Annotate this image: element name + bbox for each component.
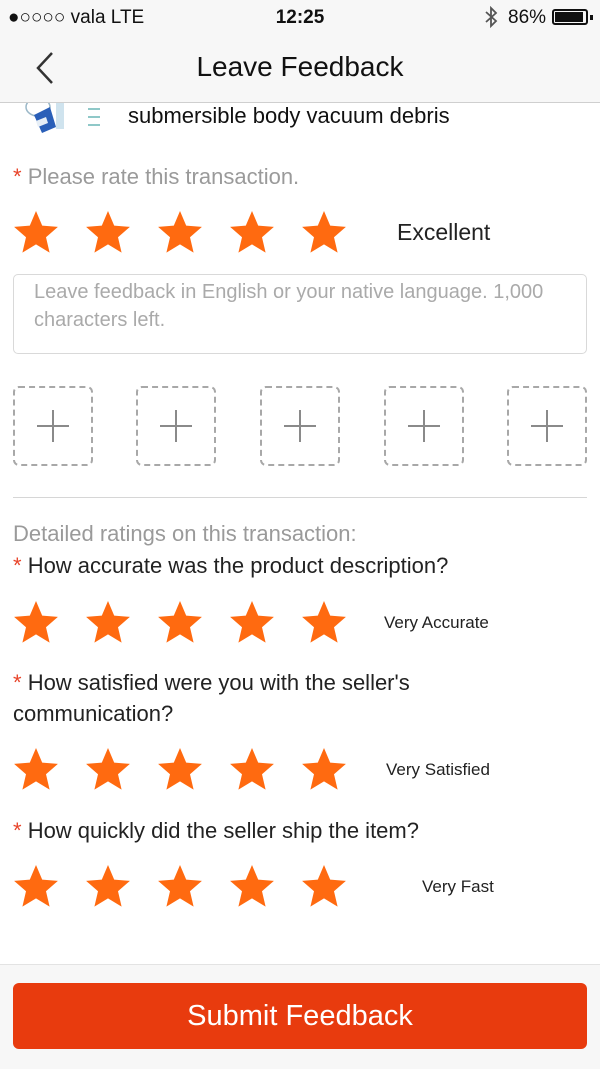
- star-icon[interactable]: [157, 599, 203, 645]
- plus-icon: [408, 410, 440, 442]
- bluetooth-icon: [483, 5, 499, 34]
- star-icon[interactable]: [157, 746, 203, 792]
- add-photo-button[interactable]: [260, 386, 340, 466]
- question-description-accuracy: * How accurate was the product descripti…: [13, 550, 483, 581]
- question-text: How accurate was the product description…: [27, 553, 449, 578]
- add-photo-button[interactable]: [136, 386, 216, 466]
- question-shipping-speed: * How quickly did the seller ship the it…: [13, 815, 483, 846]
- star-icon[interactable]: [229, 863, 275, 909]
- description-accuracy-label: Very Accurate: [384, 613, 489, 632]
- question-seller-communication: * How satisfied were you with the seller…: [13, 667, 483, 729]
- plus-icon: [284, 410, 316, 442]
- product-name: submersible body vacuum debris: [128, 103, 450, 128]
- product-summary: submersible body vacuum debris: [0, 103, 600, 153]
- shipping-speed-label: Very Fast: [422, 877, 494, 896]
- star-icon[interactable]: [13, 746, 59, 792]
- question-text: How quickly did the seller ship the item…: [27, 818, 419, 843]
- star-icon[interactable]: [301, 746, 347, 792]
- star-icon[interactable]: [85, 863, 131, 909]
- feedback-input[interactable]: Leave feedback in English or your native…: [13, 274, 587, 354]
- star-icon[interactable]: [301, 209, 347, 255]
- add-photo-button[interactable]: [13, 386, 93, 466]
- star-icon[interactable]: [301, 599, 347, 645]
- battery-percent: 86%: [508, 7, 547, 28]
- star-icon[interactable]: [13, 209, 59, 255]
- star-icon[interactable]: [229, 209, 275, 255]
- required-marker: *: [13, 818, 22, 843]
- battery-icon: [552, 9, 593, 25]
- star-icon[interactable]: [85, 599, 131, 645]
- star-icon[interactable]: [301, 863, 347, 909]
- star-icon[interactable]: [85, 209, 131, 255]
- status-bar: ●○○○○ vala LTE 12:25 86%: [0, 0, 600, 34]
- overall-rating-prompt: * Please rate this transaction.: [13, 164, 299, 190]
- star-icon[interactable]: [229, 599, 275, 645]
- product-thumbnail: [20, 103, 110, 147]
- plus-icon: [531, 410, 563, 442]
- overall-prompt-text: Please rate this transaction.: [27, 164, 300, 189]
- plus-icon: [160, 410, 192, 442]
- star-icon[interactable]: [229, 746, 275, 792]
- navigation-bar: Leave Feedback: [0, 34, 600, 103]
- page-title: Leave Feedback: [196, 51, 404, 82]
- plus-icon: [37, 410, 69, 442]
- star-icon[interactable]: [157, 209, 203, 255]
- question-text: How satisfied were you with the seller's…: [13, 670, 410, 726]
- star-icon[interactable]: [13, 863, 59, 909]
- add-photo-button[interactable]: [507, 386, 587, 466]
- star-icon[interactable]: [85, 746, 131, 792]
- add-photo-button[interactable]: [384, 386, 464, 466]
- seller-communication-label: Very Satisfied: [386, 760, 490, 779]
- required-marker: *: [13, 164, 22, 189]
- star-icon[interactable]: [157, 863, 203, 909]
- section-divider: [13, 497, 587, 498]
- submit-feedback-button[interactable]: Submit Feedback: [13, 983, 587, 1049]
- overall-rating-label: Excellent: [397, 219, 491, 245]
- required-marker: *: [13, 670, 22, 695]
- required-marker: *: [13, 553, 22, 578]
- star-icon[interactable]: [13, 599, 59, 645]
- detailed-ratings-heading: Detailed ratings on this transaction:: [13, 521, 357, 546]
